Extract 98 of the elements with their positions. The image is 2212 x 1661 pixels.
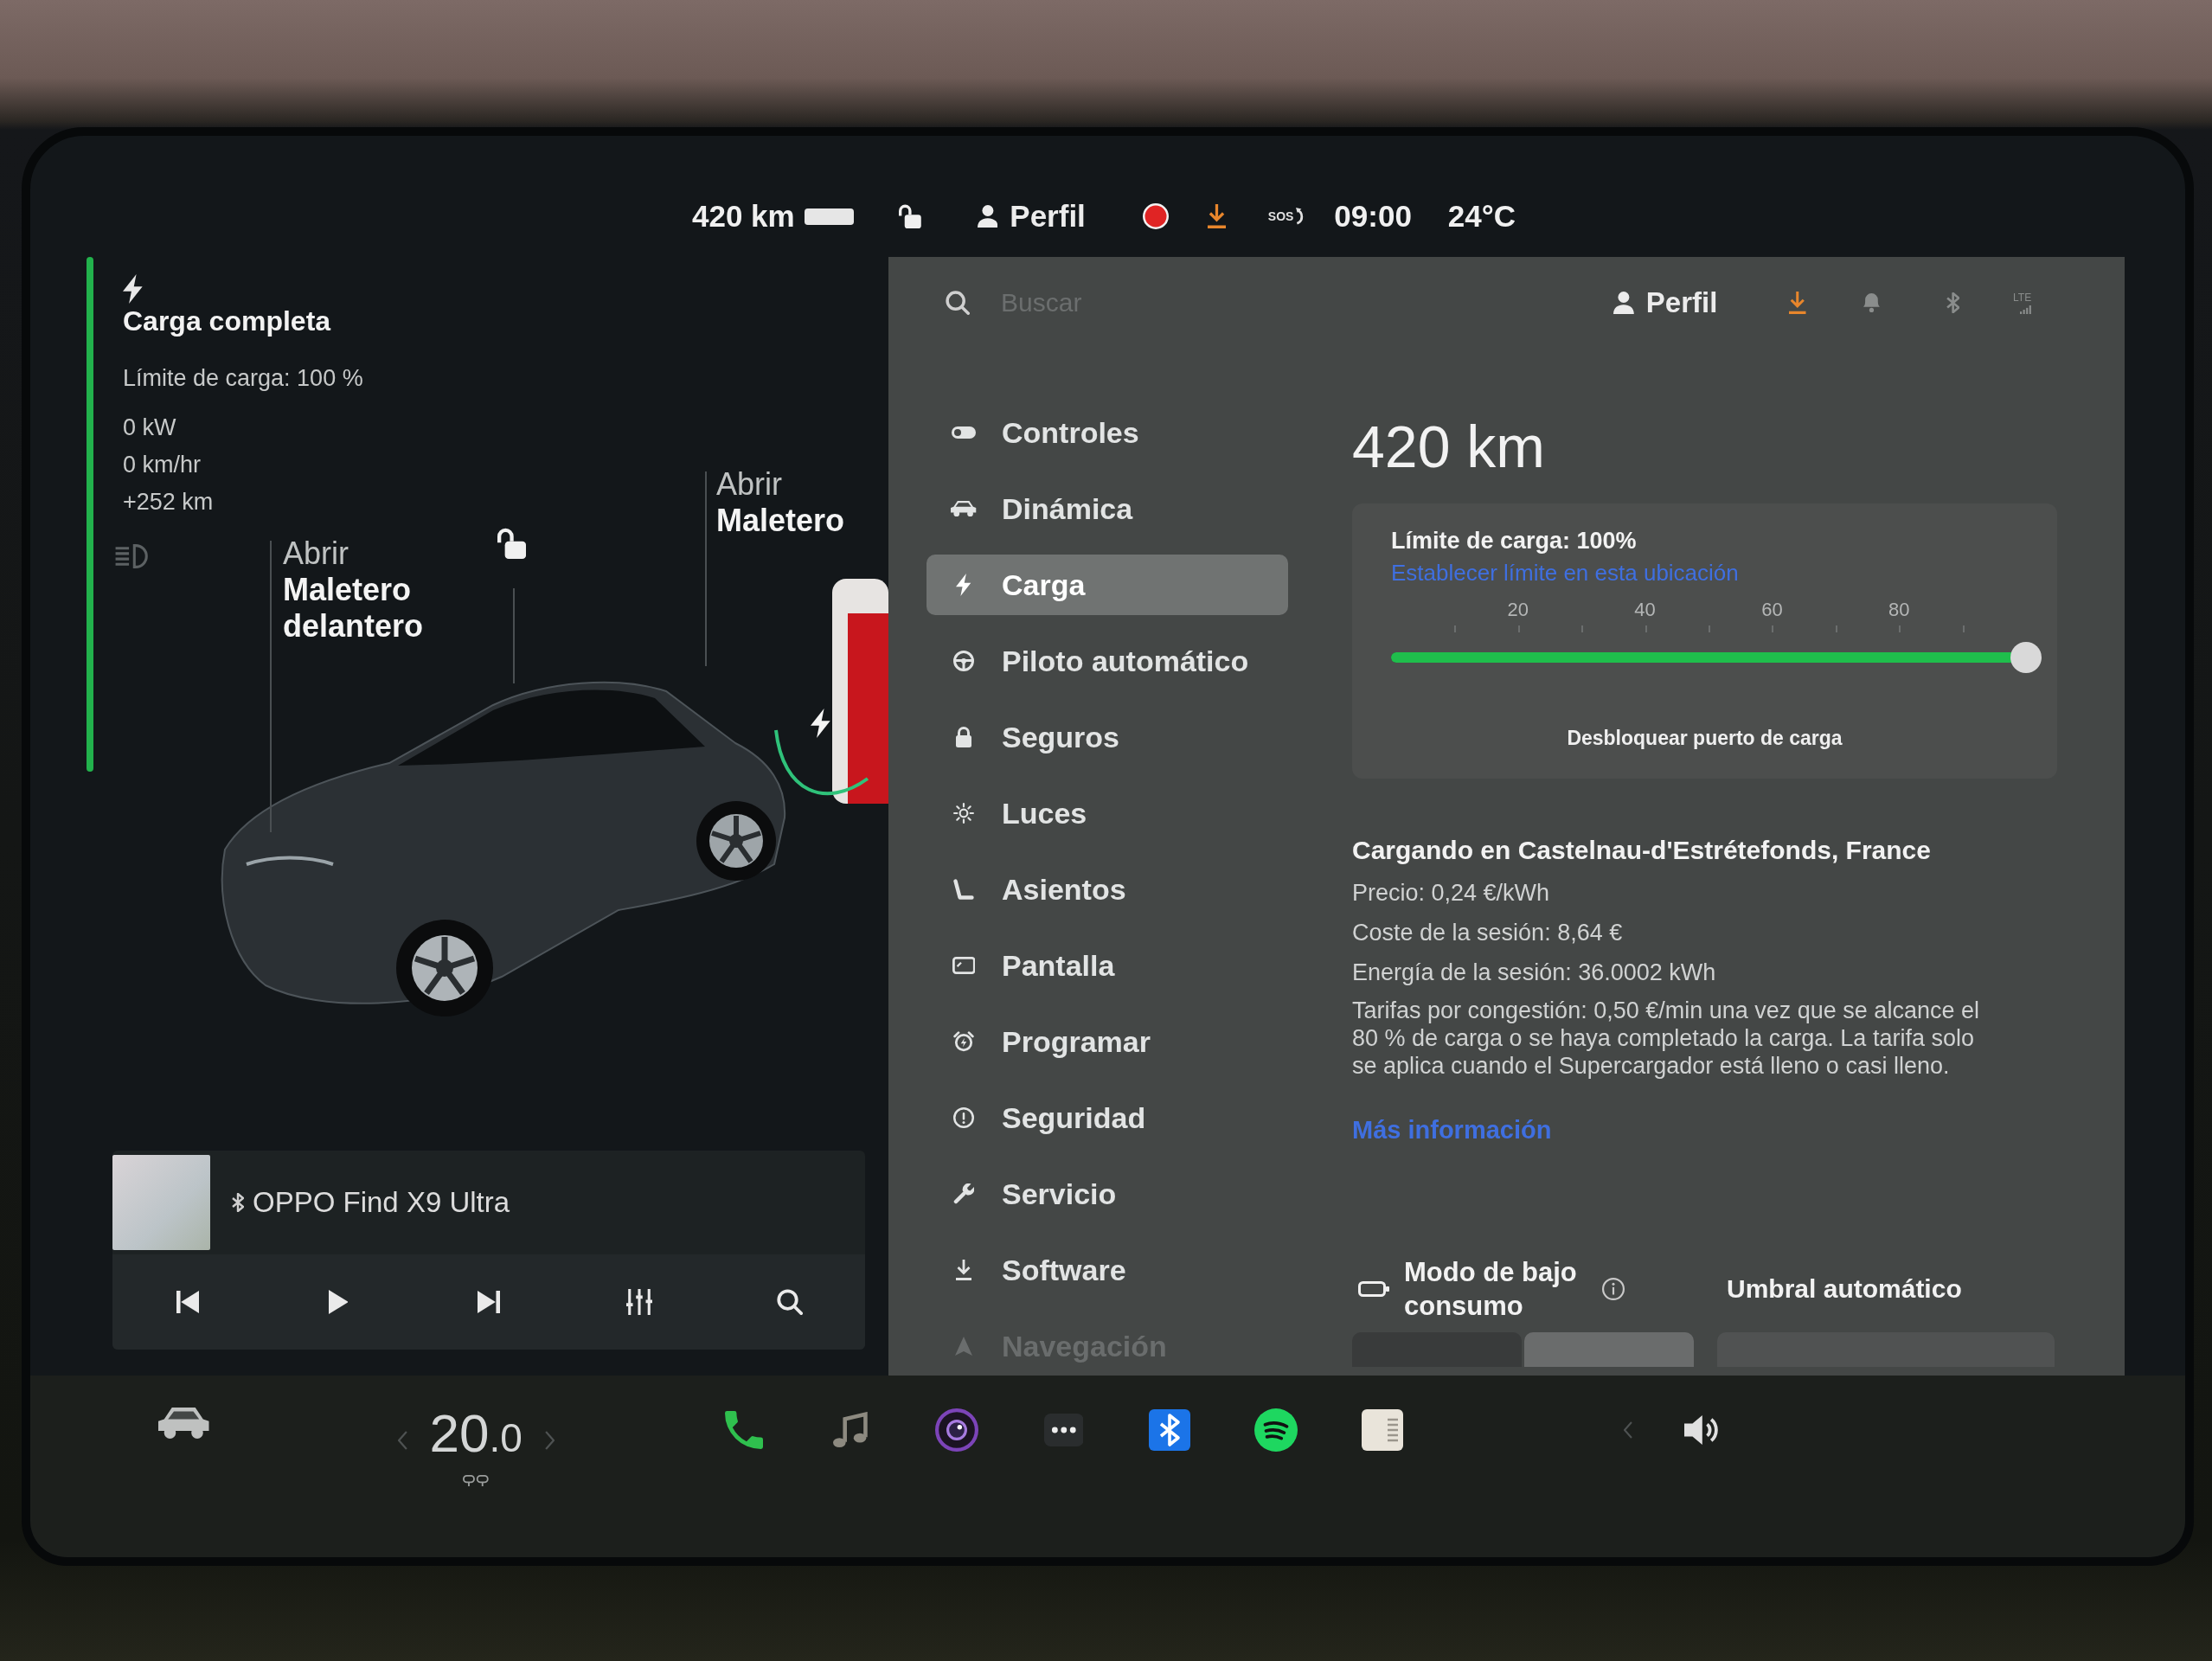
session-detail: Energía de la sesión: 36.0002 kWh: [1352, 959, 1716, 985]
tick-mark: [1709, 625, 1710, 632]
device-name: OPPO Find X9 Ultra: [253, 1186, 510, 1219]
more-dots-icon[interactable]: [1043, 1414, 1084, 1446]
person-icon: [977, 205, 998, 228]
profile-button[interactable]: Perfil: [1613, 286, 1718, 319]
trunk-button[interactable]: Abrir Maletero delantero: [283, 535, 447, 645]
headlight-icon[interactable]: [114, 544, 150, 568]
recording-dot-icon[interactable]: [1142, 203, 1169, 229]
camera-lens-icon[interactable]: [935, 1408, 979, 1452]
charge-limit-text: Límite de carga: 100 %: [123, 365, 363, 391]
tick-mark: [1645, 625, 1647, 632]
menu-item[interactable]: Seguros: [926, 707, 1288, 767]
session-title: Cargando en Castelnau-d'Estrétefonds, France: [1352, 835, 1931, 866]
signal-bars-icon: [2020, 305, 2032, 314]
open-padlock-icon[interactable]: [497, 528, 527, 559]
download-icon[interactable]: [1207, 204, 1226, 228]
lightning-bolt-icon: [123, 274, 143, 304]
sos-button[interactable]: SOS: [1267, 208, 1306, 225]
steering-wheel-icon: [953, 651, 974, 671]
bluetooth-icon: [232, 1193, 244, 1212]
toggle-icon: [952, 426, 976, 439]
low-power-label: Modo de bajo consumo: [1404, 1256, 1578, 1323]
alarm-clock-icon: [953, 1031, 974, 1052]
menu-item[interactable]: Piloto automático: [926, 631, 1288, 691]
sound-waves-app-icon[interactable]: [1254, 1408, 1298, 1452]
navigation-arrow-icon: [955, 1337, 972, 1356]
clock-time: 09:00: [1334, 199, 1412, 234]
charge-stat-text: 0 kW: [123, 414, 176, 442]
tick-mark: [1835, 625, 1837, 632]
equalizer-icon[interactable]: [626, 1289, 652, 1315]
charge-status-title: Carga completa: [123, 305, 331, 337]
volume-icon[interactable]: [1683, 1415, 1719, 1445]
tick-mark: [1899, 625, 1901, 632]
range-text: 420 km: [692, 199, 795, 234]
menu-item[interactable]: Dinámica: [926, 478, 1288, 539]
scale-label: 20: [1507, 599, 1529, 621]
search-icon: [946, 291, 970, 315]
search-icon[interactable]: [777, 1289, 803, 1315]
scale-label: 60: [1761, 599, 1783, 621]
tick-mark: [1454, 625, 1457, 632]
charge-limit-label: Límite de carga: 100%: [1391, 528, 1637, 554]
notepad-app-icon[interactable]: [1362, 1409, 1404, 1451]
menu-item[interactable]: Servicio: [926, 1164, 1288, 1224]
congestion-note: Tarifas por congestión: 0,50 €/min una vez que se alcance el 80 % de carga o se haya completado la carga. La tarifa solo se aplica cuando el Supercargador está lleno o casi lleno.: [1352, 997, 1980, 1080]
menu-item[interactable]: Seguridad: [926, 1087, 1288, 1148]
threshold-label: Umbral automático: [1727, 1274, 1962, 1304]
menu-item[interactable]: Programar: [926, 1011, 1288, 1072]
lightning-bolt-icon: [811, 709, 830, 738]
unlock-port-button[interactable]: Desbloquear puerto de carga: [1567, 726, 1843, 750]
bluetooth-app-icon[interactable]: [1149, 1409, 1191, 1451]
session-detail: Precio: 0,24 €/kWh: [1352, 880, 1550, 906]
menu-item[interactable]: Controles: [926, 402, 1288, 463]
download-icon: [956, 1260, 971, 1280]
previous-track-icon[interactable]: [176, 1291, 199, 1313]
info-icon[interactable]: [1602, 1278, 1625, 1300]
menu-item[interactable]: Software: [926, 1240, 1288, 1300]
wrench-icon: [953, 1183, 974, 1204]
network-label: LTE: [2013, 292, 2032, 304]
padlock-icon: [956, 727, 971, 747]
screen-icon: [952, 957, 976, 974]
cabin-temperature[interactable]: 20.0: [429, 1408, 523, 1473]
battery-outline-icon: [1358, 1281, 1389, 1297]
tick-mark: [1962, 625, 1965, 632]
battery-icon: [804, 208, 854, 225]
profile-button[interactable]: Perfil: [977, 199, 1086, 234]
open-padlock-icon[interactable]: [898, 204, 921, 228]
scale-label: 80: [1888, 599, 1910, 621]
menu-item[interactable]: Pantalla: [926, 935, 1288, 996]
session-detail: Coste de la sesión: 8,64 €: [1352, 920, 1623, 946]
bluetooth-icon[interactable]: [1946, 292, 1960, 313]
car-icon: [951, 501, 977, 516]
phone-icon[interactable]: [725, 1411, 764, 1449]
range-heading: 420 km: [1352, 413, 1545, 480]
charge-stat-text: 0 km/hr: [123, 451, 202, 479]
outside-temperature: 24°C: [1447, 199, 1516, 234]
lightning-bolt-icon: [956, 574, 971, 596]
seats-icon[interactable]: [463, 1475, 489, 1486]
menu-item[interactable]: Luces: [926, 783, 1288, 843]
menu-item[interactable]: Carga: [926, 555, 1288, 615]
tick-mark: [1772, 625, 1774, 632]
play-icon[interactable]: [328, 1290, 349, 1314]
menu-item[interactable]: Asientos: [926, 859, 1288, 920]
exclamation-circle-icon: [953, 1107, 974, 1128]
person-icon: [1613, 292, 1634, 314]
seat-icon: [953, 879, 974, 900]
charge-stat-text: +252 km: [123, 488, 214, 516]
sun-icon: [953, 803, 974, 824]
next-track-icon[interactable]: [478, 1291, 500, 1313]
trunk-button[interactable]: Abrir Maletero: [716, 466, 881, 539]
bell-icon[interactable]: [1863, 293, 1880, 312]
tick-mark: [1517, 625, 1520, 632]
tick-mark: [1581, 625, 1584, 632]
car-icon[interactable]: [158, 1408, 209, 1439]
download-icon[interactable]: [1789, 292, 1806, 314]
slider-thumb[interactable]: [2010, 642, 2042, 673]
scale-label: 40: [1634, 599, 1656, 621]
music-note-icon[interactable]: [833, 1412, 869, 1448]
